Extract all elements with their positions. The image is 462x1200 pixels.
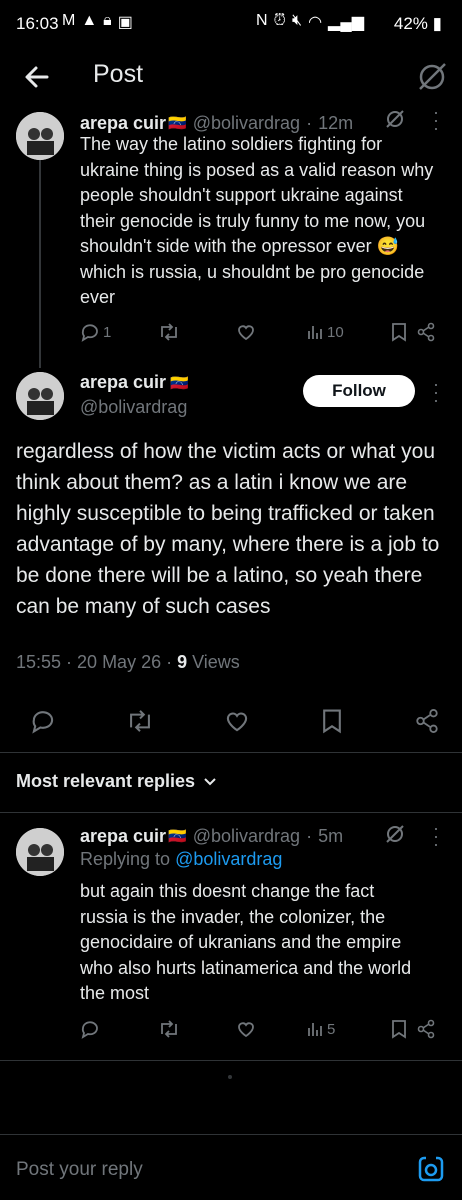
status-bar: 16:03 M ▲ 🔒︎ ▣ N ⏰︎ 🔇︎ ◠ ▂▄▆ 42% ▮ [0, 0, 462, 52]
replies-sort-dropdown[interactable]: Most relevant replies [16, 771, 217, 792]
more-icon[interactable]: · · · [430, 103, 442, 137]
page-title: Post [93, 60, 144, 88]
post-time: 5m [318, 825, 344, 846]
post-timestamp: 15:55 · 20 May 26 · [16, 652, 178, 672]
battery-label: 42% [393, 14, 428, 33]
chevron-down-icon [204, 777, 216, 785]
views-count: 9 [177, 652, 188, 672]
nfc-icon: N [255, 12, 268, 29]
views-icon [308, 326, 322, 339]
like-icon [238, 325, 254, 341]
flag-emoji: 🇻🇪 [170, 374, 189, 392]
bookmark-icon[interactable] [320, 708, 344, 734]
bookmark-icon [392, 1020, 406, 1039]
reply-icon [81, 1021, 98, 1039]
views-button[interactable]: 10 [306, 323, 390, 341]
reply-input-placeholder[interactable]: Post your reply [16, 1159, 143, 1181]
flag-emoji: 🇻🇪 [168, 115, 187, 132]
avatar[interactable] [16, 112, 64, 160]
avatar[interactable] [16, 372, 64, 420]
reply-post-actions: 5 [80, 1016, 445, 1042]
lock-icon: 🔒︎ [103, 12, 112, 29]
parent-post-text: The way the latino soldiers fighting for… [80, 134, 434, 307]
view-count: 10 [327, 323, 344, 341]
views-button[interactable]: 5 [306, 1020, 390, 1038]
share-icon[interactable] [414, 708, 440, 734]
reply-icon [81, 324, 98, 342]
like-button[interactable] [236, 322, 306, 342]
like-icon [238, 1022, 254, 1038]
divider [0, 752, 462, 753]
grok-icon[interactable] [384, 108, 406, 130]
status-right-icons: N ⏰︎ 🔇︎ ◠ ▂▄▆ [256, 12, 364, 32]
replying-to: Replying to @bolivardrag [80, 849, 282, 870]
more-icon[interactable]: · · · [430, 375, 442, 409]
handle[interactable]: @bolivardrag [193, 826, 300, 847]
alarm-icon: ⏰︎ [273, 12, 286, 29]
gmail-icon: M [62, 12, 76, 29]
reply-composer[interactable]: Post your reply [0, 1134, 462, 1200]
post-meta: 15:55 · 20 May 26 · 9 Views [16, 652, 240, 673]
back-arrow-icon[interactable] [22, 62, 52, 92]
wifi-icon: ◠ [308, 14, 323, 31]
handle[interactable]: @bolivardrag [80, 397, 187, 418]
parent-post-actions: 1 10 [80, 319, 445, 345]
display-name[interactable]: arepa cuir [80, 372, 166, 393]
retweet-icon [161, 323, 177, 341]
bookmark-button[interactable] [390, 322, 416, 342]
more-icon[interactable]: · · · [430, 819, 442, 853]
bookmark-icon [392, 323, 406, 342]
like-icon[interactable] [224, 708, 250, 734]
share-button[interactable] [416, 1019, 442, 1039]
retweet-icon [161, 1020, 177, 1038]
reply-post-text: but again this doesnt change the fact ru… [80, 881, 412, 1003]
reply-count: 1 [103, 323, 112, 341]
avatar[interactable] [16, 828, 64, 876]
share-icon [417, 322, 435, 342]
reply-button[interactable] [80, 1019, 158, 1039]
replying-to-label: Replying to [80, 849, 176, 869]
display-name[interactable]: arepa cuir [80, 826, 166, 847]
signal-icon: ▂▄▆ [328, 14, 364, 31]
share-icon [417, 1019, 435, 1039]
mute-icon: 🔇︎ [291, 12, 303, 29]
reply-button[interactable]: 1 [80, 322, 158, 342]
divider [0, 812, 462, 813]
view-count: 5 [327, 1020, 336, 1038]
share-button[interactable] [416, 322, 442, 342]
gallery-icon: ▣ [117, 14, 133, 31]
battery-percent: 42% ▮ [393, 14, 442, 33]
alert-icon: ▲ [81, 12, 98, 29]
display-name[interactable]: arepa cuir [80, 113, 166, 134]
bookmark-button[interactable] [390, 1019, 416, 1039]
status-left-icons: M ▲ 🔒︎ ▣ [62, 12, 133, 32]
status-time: 16:03 [16, 14, 59, 33]
main-post-actions [30, 706, 440, 736]
retweet-button[interactable] [158, 1019, 236, 1039]
views-icon [308, 1023, 322, 1036]
replies-sort-label: Most relevant replies [16, 771, 196, 791]
follow-button[interactable]: Follow [303, 375, 415, 407]
grok-icon[interactable] [384, 823, 406, 845]
app-bar: Post [0, 52, 462, 108]
loading-dot [228, 1075, 232, 1079]
divider [0, 1060, 462, 1061]
main-post-text: regardless of how the victim acts or wha… [16, 440, 440, 618]
replying-to-handle[interactable]: @bolivardrag [175, 849, 282, 869]
camera-icon[interactable] [417, 1155, 445, 1183]
main-post-name-row: arepa cuir 🇻🇪 [80, 372, 189, 393]
handle[interactable]: @bolivardrag [193, 113, 300, 134]
views-label: Views [187, 652, 240, 672]
like-button[interactable] [236, 1019, 306, 1039]
reply-icon[interactable] [30, 708, 56, 734]
retweet-icon[interactable] [126, 708, 154, 734]
retweet-button[interactable] [158, 322, 236, 342]
grok-icon[interactable] [415, 60, 449, 94]
thread-line [39, 160, 41, 368]
post-time: 12m [318, 112, 354, 133]
flag-emoji: 🇻🇪 [168, 828, 187, 845]
